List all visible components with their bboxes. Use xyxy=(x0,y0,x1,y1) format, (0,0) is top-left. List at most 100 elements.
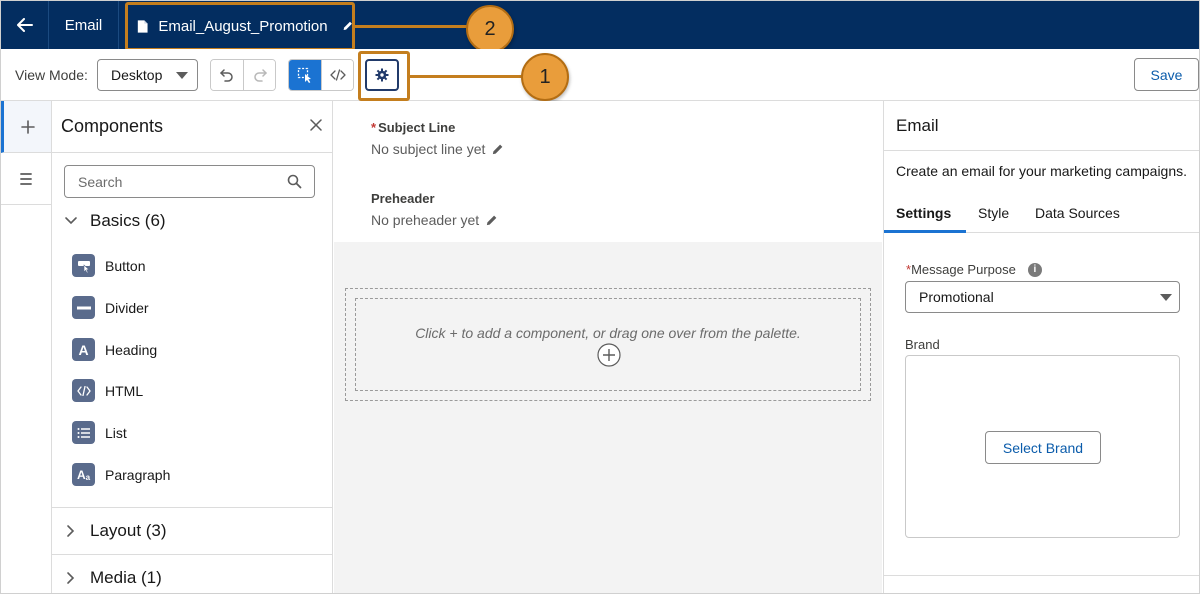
chevron-right-icon xyxy=(67,572,75,584)
components-header: Components xyxy=(52,101,332,153)
history-button-group xyxy=(210,59,276,91)
pencil-icon[interactable] xyxy=(491,143,504,156)
tab-data-sources[interactable]: Data Sources xyxy=(1035,205,1120,221)
component-list[interactable]: List xyxy=(72,421,127,444)
components-panel: Components Search Basics (6) Button Divi… xyxy=(52,101,333,593)
tab-settings[interactable]: Settings xyxy=(896,205,951,221)
required-marker: * xyxy=(371,120,377,135)
document-icon xyxy=(137,19,148,33)
view-mode-label: View Mode: xyxy=(15,67,88,83)
select-mode-button[interactable] xyxy=(289,60,321,90)
properties-title: Email xyxy=(884,101,1199,151)
undo-button[interactable] xyxy=(211,60,243,90)
redo-button[interactable] xyxy=(243,60,275,90)
message-purpose-value: Promotional xyxy=(919,289,994,305)
left-rail xyxy=(1,101,52,593)
drop-zone[interactable]: Click + to add a component, or drag one … xyxy=(355,298,861,391)
top-bar: Email Email_August_Promotion xyxy=(1,1,1199,49)
drop-zone-outer: Click + to add a component, or drag one … xyxy=(345,288,871,401)
components-title: Components xyxy=(61,116,164,136)
section-basics[interactable]: Basics (6) xyxy=(64,211,166,231)
message-purpose-select[interactable]: Promotional xyxy=(905,281,1180,313)
section-media[interactable]: Media (1) xyxy=(64,568,162,588)
pencil-icon[interactable] xyxy=(342,19,353,33)
code-icon xyxy=(329,69,346,81)
drop-zone-hint: Click + to add a component, or drag one … xyxy=(415,325,801,341)
rail-item-components[interactable] xyxy=(1,101,51,153)
callout-2-badge: 2 xyxy=(466,5,514,53)
properties-tabs: Settings Style Data Sources xyxy=(884,199,1199,233)
component-paragraph[interactable]: Aa Paragraph xyxy=(72,463,170,486)
undo-icon xyxy=(220,69,233,82)
section-divider xyxy=(52,554,333,555)
component-html-label: HTML xyxy=(105,382,144,399)
component-heading[interactable]: A Heading xyxy=(72,338,157,361)
subject-line-value: No subject line yet xyxy=(371,141,486,157)
brand-label: Brand xyxy=(905,337,940,352)
panel-divider xyxy=(884,575,1199,576)
button-icon xyxy=(72,254,95,277)
heading-icon: A xyxy=(72,338,95,361)
preheader-label: Preheader xyxy=(371,191,435,206)
component-html[interactable]: HTML xyxy=(72,379,143,402)
component-search-input[interactable]: Search xyxy=(64,165,315,198)
chevron-down-icon xyxy=(1160,294,1172,301)
email-header-fields: * Subject Line No subject line yet Prehea… xyxy=(334,101,882,242)
settings-button[interactable] xyxy=(365,59,399,91)
document-title[interactable]: Email_August_Promotion xyxy=(127,4,353,48)
component-divider[interactable]: Divider xyxy=(72,296,149,319)
chevron-right-icon xyxy=(67,525,75,537)
properties-description: Create an email for your marketing campa… xyxy=(896,163,1188,179)
chevron-down-icon xyxy=(176,72,188,79)
redo-icon xyxy=(253,69,267,82)
close-icon[interactable] xyxy=(310,119,322,131)
section-layout-label: Layout (3) xyxy=(90,521,167,540)
html-icon xyxy=(72,379,95,402)
subject-line-label-text: Subject Line xyxy=(378,120,456,135)
mode-button-group xyxy=(288,59,354,91)
message-purpose-label: *Message Purpose i xyxy=(906,262,1042,277)
plus-icon xyxy=(20,119,35,134)
message-purpose-label-text: Message Purpose xyxy=(911,262,1016,277)
email-builder-app: Email Email_August_Promotion 2 View Mode… xyxy=(0,0,1200,594)
info-icon[interactable]: i xyxy=(1027,262,1042,277)
section-basics-label: Basics (6) xyxy=(90,211,166,230)
brand-box: Select Brand xyxy=(905,355,1180,538)
component-list-label: List xyxy=(105,424,127,441)
search-placeholder: Search xyxy=(78,173,123,190)
code-view-button[interactable] xyxy=(321,60,353,90)
document-title-text: Email_August_Promotion xyxy=(158,17,328,35)
component-button[interactable]: Button xyxy=(72,254,145,277)
view-mode-select[interactable]: Desktop xyxy=(97,59,198,91)
callout-1-badge: 1 xyxy=(521,53,569,101)
toolbar: View Mode: Desktop Save xyxy=(1,49,1199,101)
section-layout[interactable]: Layout (3) xyxy=(64,521,167,541)
view-mode-value: Desktop xyxy=(111,67,163,83)
list-icon xyxy=(72,421,95,444)
subject-line-field[interactable]: No subject line yet xyxy=(371,141,504,157)
gear-icon xyxy=(375,68,389,82)
active-tab-indicator xyxy=(884,230,966,233)
pencil-icon[interactable] xyxy=(485,214,498,227)
list-icon xyxy=(20,172,32,185)
back-button[interactable] xyxy=(1,1,49,49)
divider-icon xyxy=(72,296,95,319)
component-paragraph-label: Paragraph xyxy=(105,466,171,483)
chevron-down-icon xyxy=(65,217,77,225)
add-component-icon[interactable] xyxy=(597,343,621,367)
callout-1-connector xyxy=(410,75,522,78)
save-button[interactable]: Save xyxy=(1134,58,1199,91)
email-canvas: * Subject Line No subject line yet Prehea… xyxy=(334,101,882,593)
tab-style[interactable]: Style xyxy=(978,205,1009,221)
properties-panel: Email Create an email for your marketing… xyxy=(883,101,1199,593)
search-icon xyxy=(287,174,302,189)
subject-line-label: * Subject Line xyxy=(371,120,455,135)
callout-2-connector xyxy=(355,25,467,28)
component-divider-label: Divider xyxy=(105,299,149,316)
rail-item-outline[interactable] xyxy=(1,153,51,205)
preheader-field[interactable]: No preheader yet xyxy=(371,212,498,228)
select-mode-icon xyxy=(297,67,311,83)
app-label[interactable]: Email xyxy=(49,1,119,49)
select-brand-button[interactable]: Select Brand xyxy=(985,431,1101,464)
paragraph-icon: Aa xyxy=(72,463,95,486)
